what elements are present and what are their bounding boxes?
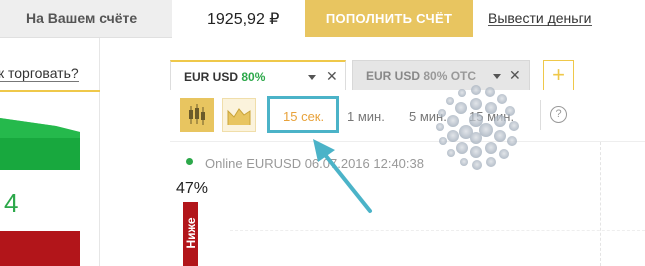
chevron-down-icon[interactable] xyxy=(493,74,501,79)
toolbar-divider xyxy=(540,100,541,130)
help-icon[interactable]: ? xyxy=(550,106,567,123)
chart-toolbar: 15 сек. 1 мин. 5 мин. 15 мин. ? xyxy=(170,90,645,142)
how-to-trade-link[interactable]: к торговать? xyxy=(0,66,79,82)
down-button[interactable] xyxy=(0,231,80,266)
balance-label: На Вашем счёте xyxy=(26,10,138,26)
globe-watermark-icon xyxy=(436,85,519,170)
candles-chart-button[interactable] xyxy=(180,98,214,132)
timeframe-1m[interactable]: 1 мин. xyxy=(347,109,385,124)
left-panel: к торговать? 4 xyxy=(0,38,100,266)
balance-amount: 1925,92 ₽ xyxy=(207,11,280,28)
sentiment-percent: 47% xyxy=(176,180,209,197)
trading-app: На Вашем счёте 1925,92 ₽ ПОПОЛНИТЬ СЧЁТ … xyxy=(0,0,645,266)
area-chart-button[interactable] xyxy=(222,98,256,132)
up-button[interactable] xyxy=(0,118,80,170)
add-tab-button[interactable]: + xyxy=(543,60,574,91)
selected-timeframe-highlight xyxy=(267,96,339,133)
area-chart-icon xyxy=(227,108,251,125)
chart-area[interactable]: Online EURUSD 06.07.2016 12:40:38 47% Ни… xyxy=(170,142,645,266)
divider xyxy=(0,90,100,92)
online-status-text: Online EURUSD 06.07.2016 12:40:38 xyxy=(205,156,424,171)
balance-tab[interactable]: На Вашем счёте xyxy=(0,0,172,38)
grid-line xyxy=(230,230,645,231)
top-bar: На Вашем счёте 1925,92 ₽ ПОПОЛНИТЬ СЧЁТ … xyxy=(0,0,645,38)
close-icon[interactable]: ✕ xyxy=(326,68,338,85)
deposit-button[interactable]: ПОПОЛНИТЬ СЧЁТ xyxy=(305,0,473,37)
tab-label: EUR USD 80% xyxy=(184,70,266,84)
grid-line xyxy=(600,142,601,266)
sentiment-down-bar: Ниже xyxy=(183,202,198,266)
chevron-down-icon[interactable] xyxy=(308,75,316,80)
online-status-icon xyxy=(186,158,193,165)
down-label: Ниже xyxy=(184,217,198,249)
candles-icon xyxy=(189,104,205,125)
left-value: 4 xyxy=(4,188,19,218)
tab-eurusd[interactable]: EUR USD 80% ✕ xyxy=(170,60,346,90)
withdraw-link[interactable]: Вывести деньги xyxy=(488,11,592,26)
